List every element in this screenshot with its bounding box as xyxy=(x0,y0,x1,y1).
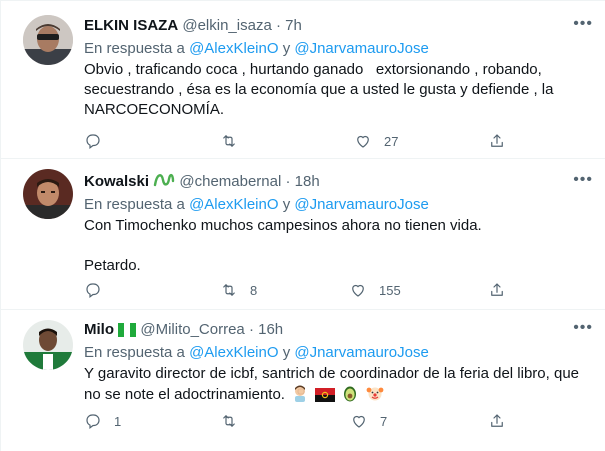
tweet-text: Obvio , traficando coca , hurtando ganad… xyxy=(84,60,597,120)
like-count: 27 xyxy=(384,133,399,149)
tweet-header: ELKIN ISAZA @elkin_isaza · 7h ••• xyxy=(84,15,597,37)
like-button[interactable]: 155 xyxy=(349,280,401,300)
retweet-count: 8 xyxy=(250,282,258,298)
avatar-photo xyxy=(23,320,73,370)
retweet-icon xyxy=(223,284,235,296)
heart-icon xyxy=(357,135,369,148)
like-count: 155 xyxy=(379,282,401,298)
man-facepalming-icon xyxy=(291,384,309,408)
reply-conjunction: y xyxy=(282,196,291,213)
reply-icon xyxy=(86,134,100,149)
reply-prefix: En respuesta a xyxy=(84,344,185,361)
display-name[interactable]: ELKIN ISAZA xyxy=(84,17,178,34)
clown-face-icon xyxy=(366,384,384,408)
tweet-text-line: NARCOECONOMÍA. xyxy=(84,101,225,118)
tweet-text-line: no se note el adoctrinamiento. xyxy=(84,386,285,403)
reply-count: 1 xyxy=(114,413,122,429)
mention-link[interactable]: @AlexKleinO xyxy=(189,196,278,213)
user-handle[interactable]: @Milito_Correa xyxy=(140,321,244,338)
tweet-text-line: Obvio , traficando coca , hurtando ganad… xyxy=(84,61,542,78)
like-button[interactable]: 7 xyxy=(350,411,387,431)
retweet-button[interactable] xyxy=(220,411,250,431)
avatar[interactable] xyxy=(23,169,73,219)
mention-link[interactable]: @AlexKleinO xyxy=(189,344,278,361)
tweet-text-line: Con Timochenko muchos campesinos ahora n… xyxy=(84,217,482,234)
tweet-item[interactable]: Kowalski @chemabernal · 18h ••• En respu… xyxy=(1,159,605,310)
avatar-photo xyxy=(23,15,73,65)
tweet-item[interactable]: ELKIN ISAZA @elkin_isaza · 7h ••• En res… xyxy=(1,1,605,159)
green-loop-icon xyxy=(153,171,175,196)
reply-button[interactable]: 1 xyxy=(84,411,121,431)
tweet-item[interactable]: Milo @Milito_Correa · 16h ••• En respues… xyxy=(1,310,605,451)
tweet-text-line: secuestrando , ésa es la economía que a … xyxy=(84,81,554,98)
tweet-actions: 8 155 xyxy=(84,280,504,300)
tweet-header: Kowalski @chemabernal · 18h ••• xyxy=(84,171,597,193)
avatar[interactable] xyxy=(23,320,73,370)
more-options-icon[interactable]: ••• xyxy=(573,319,593,337)
reply-context: En respuesta a @AlexKleinO y @Jnarvamaur… xyxy=(84,195,597,215)
tweet-text-line-with-emoji: no se note el adoctrinamiento. xyxy=(84,384,597,408)
mention-link[interactable]: @JnarvamauroJose xyxy=(294,196,428,213)
retweet-button[interactable] xyxy=(220,131,250,151)
avatar[interactable] xyxy=(23,15,73,65)
reply-icon xyxy=(86,414,100,429)
heart-icon xyxy=(353,415,365,428)
share-icon xyxy=(491,134,503,147)
reply-prefix: En respuesta a xyxy=(84,196,185,213)
tweet-text-line: Y garavito director de icbf, santrich de… xyxy=(84,365,580,382)
tweet-text: Con Timochenko muchos campesinos ahora n… xyxy=(84,216,597,276)
separator: · xyxy=(248,321,254,338)
mention-link[interactable]: @JnarvamauroJose xyxy=(294,344,428,361)
timestamp[interactable]: 7h xyxy=(285,17,302,34)
reply-conjunction: y xyxy=(282,40,291,57)
avocado-icon xyxy=(341,384,359,408)
timestamp[interactable]: 18h xyxy=(295,173,320,190)
mention-link[interactable]: @JnarvamauroJose xyxy=(294,40,428,57)
reply-context: En respuesta a @AlexKleinO y @Jnarvamaur… xyxy=(84,343,597,363)
timestamp[interactable]: 16h xyxy=(258,321,283,338)
tweet-text: Y garavito director de icbf, santrich de… xyxy=(84,364,597,408)
more-options-icon[interactable]: ••• xyxy=(573,15,593,33)
tweet-text-line: Petardo. xyxy=(84,257,141,274)
retweet-icon xyxy=(223,135,235,147)
share-button[interactable] xyxy=(488,411,506,431)
angola-flag-icon xyxy=(315,388,336,408)
tweet-feed: ELKIN ISAZA @elkin_isaza · 7h ••• En res… xyxy=(0,0,605,451)
user-handle[interactable]: @elkin_isaza xyxy=(182,17,271,34)
display-name[interactable]: Milo xyxy=(84,321,114,338)
reply-button[interactable] xyxy=(84,280,114,300)
reply-conjunction: y xyxy=(282,344,291,361)
more-options-icon[interactable]: ••• xyxy=(573,171,593,189)
share-icon xyxy=(491,283,503,296)
like-count: 7 xyxy=(380,413,388,429)
share-icon xyxy=(491,414,503,427)
tweet-actions: 1 7 xyxy=(84,411,504,431)
share-button[interactable] xyxy=(488,280,506,300)
reply-prefix: En respuesta a xyxy=(84,40,185,57)
nigeria-flag-icon xyxy=(118,322,137,344)
reply-context: En respuesta a @AlexKleinO y @Jnarvamaur… xyxy=(84,39,597,59)
retweet-button[interactable]: 8 xyxy=(220,280,257,300)
retweet-icon xyxy=(223,415,235,427)
separator: · xyxy=(285,173,291,190)
separator: · xyxy=(275,17,281,34)
tweet-actions: 27 xyxy=(84,131,504,151)
like-button[interactable]: 27 xyxy=(354,131,398,151)
reply-button[interactable] xyxy=(84,131,114,151)
user-handle[interactable]: @chemabernal xyxy=(179,173,281,190)
avatar-photo xyxy=(23,169,73,219)
reply-icon xyxy=(86,283,100,298)
mention-link[interactable]: @AlexKleinO xyxy=(189,40,278,57)
tweet-text-line xyxy=(84,236,597,256)
share-button[interactable] xyxy=(488,131,506,151)
display-name[interactable]: Kowalski xyxy=(84,173,149,190)
tweet-header: Milo @Milito_Correa · 16h ••• xyxy=(84,319,597,341)
heart-icon xyxy=(352,284,364,297)
